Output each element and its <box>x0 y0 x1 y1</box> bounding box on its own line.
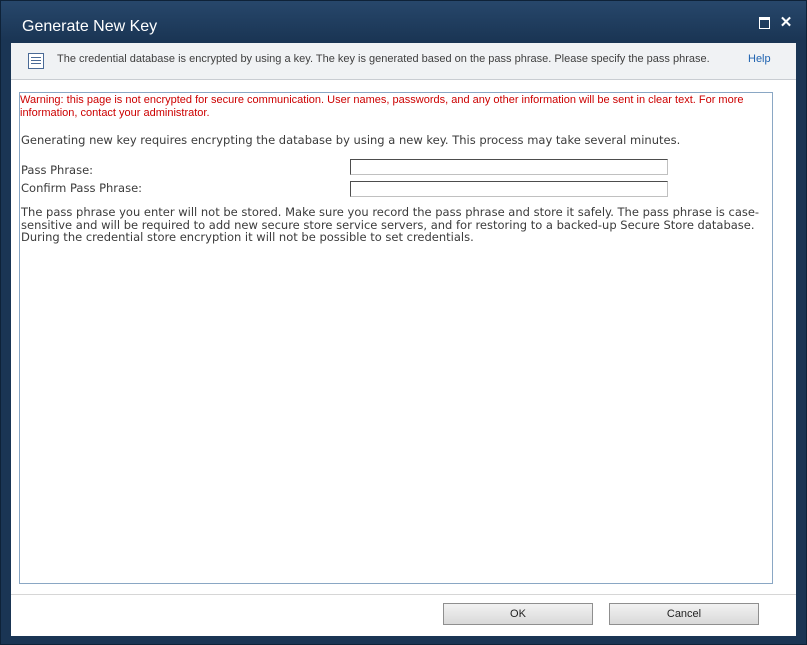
confirm-pass-phrase-label: Confirm Pass Phrase: <box>21 181 143 195</box>
security-warning: Warning: this page is not encrypted for … <box>20 94 744 119</box>
footer-divider <box>11 594 796 595</box>
dialog-content: The credential database is encrypted by … <box>11 43 796 636</box>
close-icon[interactable]: ✕ <box>779 15 793 30</box>
maximize-icon[interactable] <box>758 16 772 30</box>
title-bar: Generate New Key ✕ <box>1 1 806 43</box>
dialog-title: Generate New Key <box>22 18 158 35</box>
generate-key-dialog: Generate New Key ✕ The credential databa… <box>0 0 807 645</box>
pass-phrase-input[interactable] <box>350 159 668 175</box>
help-link[interactable]: Help <box>748 53 771 65</box>
list-page-icon <box>28 53 44 69</box>
form-panel: Warning: this page is not encrypted for … <box>19 92 773 584</box>
confirm-pass-phrase-input[interactable] <box>350 181 668 197</box>
cancel-button[interactable]: Cancel <box>609 603 759 625</box>
info-bar: The credential database is encrypted by … <box>11 43 796 80</box>
ok-button[interactable]: OK <box>443 603 593 625</box>
info-description: The credential database is encrypted by … <box>57 53 710 65</box>
pass-phrase-label: Pass Phrase: <box>21 163 94 177</box>
pass-phrase-note: The pass phrase you enter will not be st… <box>21 205 760 244</box>
intro-text: Generating new key requires encrypting t… <box>21 133 681 147</box>
